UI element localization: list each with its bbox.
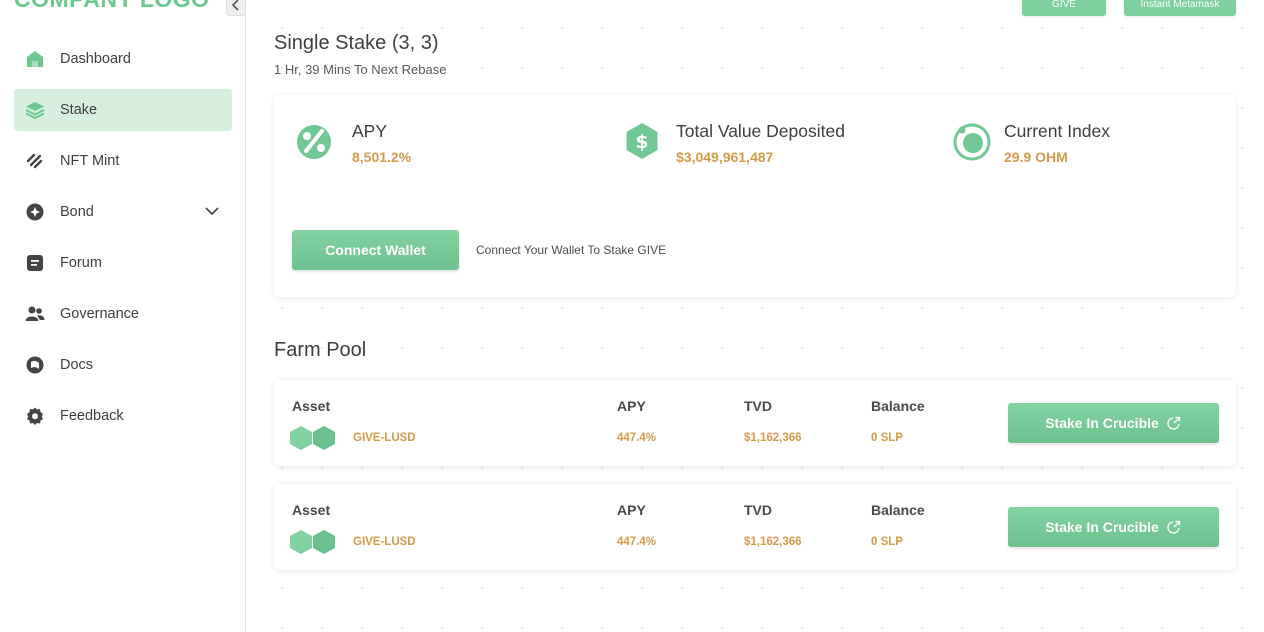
sidebar-item-dashboard[interactable]: Dashboard — [14, 38, 232, 80]
tvd-value: $1,162,366 — [744, 536, 802, 548]
single-stake-card: APY 8,501.2% $ Total Value Deposited $3,… — [274, 95, 1236, 297]
instant-metamask-label: Instant Metamask — [1140, 0, 1220, 10]
asset-header: Asset — [292, 398, 331, 414]
nft-icon — [24, 150, 46, 172]
sidebar-item-label: Governance — [60, 306, 139, 322]
stat-current-index: Current Index 29.9 OHM — [952, 121, 1110, 165]
stake-button-label: Stake In Crucible — [1045, 415, 1159, 431]
balance-value: 0 SLP — [871, 536, 903, 548]
apy-header: APY — [617, 398, 646, 414]
main-content: GIVE Instant Metamask Single Stake (3, 3… — [246, 0, 1264, 632]
tvd-header: TVD — [744, 502, 772, 518]
asset-name: GIVE-LUSD — [353, 432, 416, 444]
farm-pool-title: Farm Pool — [274, 339, 367, 361]
sidebar-item-forum[interactable]: Forum — [14, 242, 232, 284]
apy-value: 447.4% — [617, 536, 657, 548]
external-link-icon — [1167, 416, 1180, 430]
stake-in-crucible-button[interactable]: Stake In Crucible — [1008, 403, 1219, 443]
stat-value: $3,049,961,487 — [676, 149, 774, 165]
rebase-countdown: 1 Hr, 39 Mins To Next Rebase — [274, 62, 447, 77]
chevron-down-icon[interactable] — [204, 203, 220, 219]
asset-name: GIVE-LUSD — [353, 536, 416, 548]
users-icon — [24, 303, 46, 325]
sidebar-item-governance[interactable]: Governance — [14, 293, 232, 335]
tvd-header: TVD — [744, 398, 772, 414]
chevron-left-icon — [231, 0, 239, 11]
sidebar-item-label: Docs — [60, 357, 94, 373]
token-pair-icon — [290, 530, 335, 554]
stat-apy: APY 8,501.2% — [294, 121, 411, 165]
sidebar-item-label: Bond — [60, 204, 94, 220]
connect-wallet-button[interactable]: Connect Wallet — [292, 230, 459, 270]
forum-icon — [24, 252, 46, 274]
balance-header: Balance — [871, 398, 925, 414]
farm-pool-row: Asset APY TVD Balance GIVE-LUSD 447.4% $… — [274, 380, 1236, 466]
sidebar-item-bond[interactable]: Bond — [14, 191, 232, 233]
sidebar-item-stake[interactable]: Stake — [14, 89, 232, 131]
stat-total-value-deposited: $ Total Value Deposited $3,049,961,487 — [622, 121, 845, 165]
sidebar-item-docs[interactable]: Docs — [14, 344, 232, 386]
sidebar-item-nft-mint[interactable]: NFT Mint — [14, 140, 232, 182]
tvd-value: $1,162,366 — [744, 432, 802, 444]
dollar-icon: $ — [626, 123, 658, 159]
percent-icon — [297, 125, 331, 159]
sidebar-item-label: Forum — [60, 255, 102, 271]
docs-icon — [24, 354, 46, 376]
layers-icon — [24, 99, 46, 121]
stake-button-label: Stake In Crucible — [1045, 519, 1159, 535]
index-icon — [953, 123, 991, 161]
balance-header: Balance — [871, 502, 925, 518]
sidebar: COMPANY LOGO Dashboard Stake NFT Mint Bo… — [0, 0, 246, 632]
apy-value: 447.4% — [617, 432, 657, 444]
farm-pool-row: Asset APY TVD Balance GIVE-LUSD 447.4% $… — [274, 484, 1236, 570]
stake-in-crucible-button[interactable]: Stake In Crucible — [1008, 507, 1219, 547]
sidebar-item-label: NFT Mint — [60, 153, 120, 169]
token-pair-icon — [290, 426, 335, 450]
sidebar-collapse-button[interactable] — [226, 0, 246, 16]
company-logo[interactable]: COMPANY LOGO — [14, 0, 210, 13]
sidebar-item-label: Feedback — [60, 408, 124, 424]
asset-header: Asset — [292, 502, 331, 518]
svg-text:$: $ — [635, 131, 648, 153]
connect-wallet-hint: Connect Your Wallet To Stake GIVE — [476, 243, 667, 257]
give-button-label: GIVE — [1052, 0, 1076, 10]
balance-value: 0 SLP — [871, 432, 903, 444]
gear-icon — [24, 405, 46, 427]
sidebar-item-label: Dashboard — [60, 51, 131, 67]
home-icon — [24, 48, 46, 70]
stat-label: Total Value Deposited — [676, 121, 845, 141]
give-button[interactable]: GIVE — [1022, 0, 1106, 16]
stat-label: APY — [352, 121, 388, 141]
page-title: Single Stake (3, 3) — [274, 32, 439, 54]
bond-icon — [24, 201, 46, 223]
instant-metamask-button[interactable]: Instant Metamask — [1124, 0, 1236, 16]
sidebar-item-label: Stake — [60, 102, 98, 118]
external-link-icon — [1167, 520, 1180, 534]
sidebar-item-feedback[interactable]: Feedback — [14, 395, 232, 437]
stat-value: 29.9 OHM — [1004, 149, 1068, 165]
stat-label: Current Index — [1004, 121, 1111, 141]
stat-value: 8,501.2% — [352, 149, 412, 165]
apy-header: APY — [617, 502, 646, 518]
